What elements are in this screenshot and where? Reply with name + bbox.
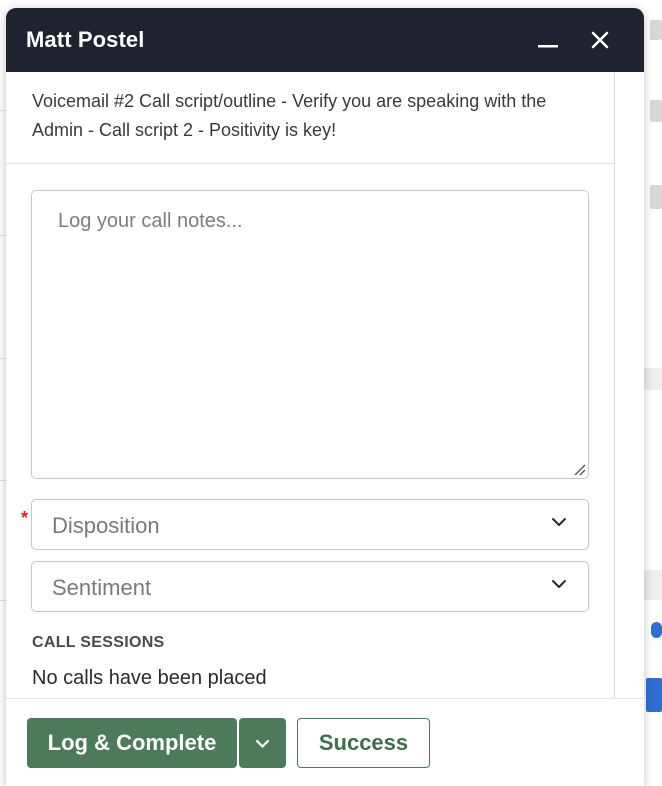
sentiment-placeholder: Sentiment [52,575,152,600]
call-notes-placeholder: Log your call notes... [58,210,243,232]
close-button[interactable] [584,24,616,56]
bg-field [650,100,662,122]
divider [6,163,614,164]
call-notes-textarea[interactable]: Log your call notes... [31,190,589,479]
dialog-body: Voicemail #2 Call script/outline - Verif… [6,72,615,706]
sentiment-select[interactable]: Sentiment [31,561,589,612]
log-complete-options-button[interactable] [239,718,286,768]
success-button[interactable]: Success [297,718,430,768]
chevron-down-icon [552,518,566,526]
disposition-select[interactable]: Disposition [31,499,589,550]
call-script-text: Voicemail #2 Call script/outline - Verif… [32,91,547,140]
dialog-title: Matt Postel [26,27,145,52]
close-icon [591,31,609,49]
bg-indicator [651,622,662,638]
minimize-button[interactable] [532,24,564,56]
bg-field [650,20,662,40]
bg-band [644,570,662,600]
dialog-header: Matt Postel [6,8,644,72]
resize-grip-icon[interactable] [572,462,586,476]
disposition-placeholder: Disposition [52,513,160,538]
call-sessions-heading: CALL SESSIONS [32,634,165,651]
dialog-footer: Log & Complete Success [6,698,644,786]
call-log-dialog: Matt Postel Voicemail #2 Call script/out… [6,8,644,786]
call-sessions-empty-text: No calls have been placed [32,667,267,689]
bg-field [650,185,662,209]
chevron-down-icon [255,739,270,748]
required-marker: * [21,508,29,528]
bg-band [644,368,662,390]
log-complete-button[interactable]: Log & Complete [27,718,237,768]
chevron-down-icon [552,580,566,588]
bg-badge [646,678,662,712]
minimize-icon [538,45,558,48]
